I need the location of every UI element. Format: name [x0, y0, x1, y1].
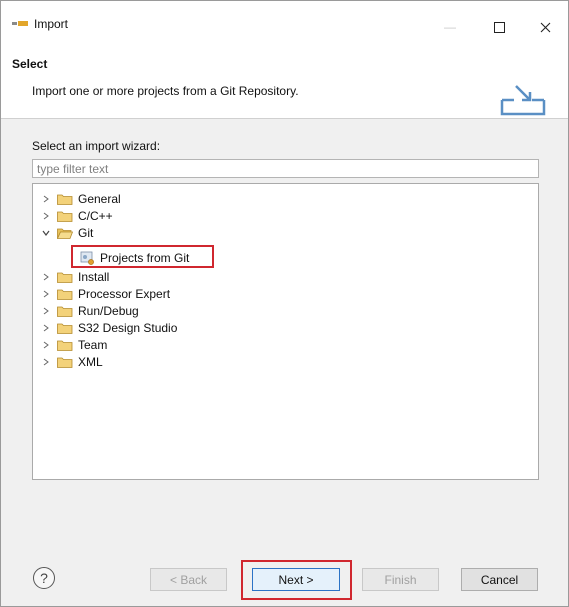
next-button[interactable]: Next >: [252, 568, 340, 591]
wizard-header: Select Import one or more projects from …: [1, 45, 568, 119]
chevron-right-icon[interactable]: [41, 306, 51, 316]
tree-item-processor-expert[interactable]: Processor Expert: [41, 285, 170, 302]
page-description: Import one or more projects from a Git R…: [32, 84, 299, 98]
tree-item-cpp[interactable]: C/C++: [41, 207, 113, 224]
tree-item-label: General: [78, 191, 121, 206]
tree-item-s32-design-studio[interactable]: S32 Design Studio: [41, 319, 177, 336]
tree-item-label: Run/Debug: [78, 303, 139, 318]
maximize-icon: [493, 21, 505, 33]
import-dialog: Import — Select Import one or more proje…: [0, 0, 569, 607]
folder-icon: [57, 357, 73, 368]
folder-icon: [57, 340, 73, 351]
close-button[interactable]: [522, 11, 568, 43]
tree-item-general[interactable]: General: [41, 190, 121, 207]
tree-item-label: Team: [78, 337, 108, 352]
chevron-right-icon[interactable]: [41, 323, 51, 333]
tree-item-label: C/C++: [78, 208, 113, 223]
tree-item-label: XML: [78, 354, 103, 369]
tree-item-team[interactable]: Team: [41, 336, 107, 353]
tree-item-label: Install: [78, 269, 110, 284]
chevron-right-icon[interactable]: [41, 357, 51, 367]
git-projects-icon: [80, 251, 94, 265]
help-button[interactable]: ?: [33, 567, 55, 589]
page-title: Select: [12, 57, 48, 71]
folder-icon: [57, 272, 73, 283]
tree-item-label: Git: [78, 225, 94, 240]
chevron-right-icon[interactable]: [41, 211, 51, 221]
tree-item-install[interactable]: Install: [41, 268, 109, 285]
folder-icon: [57, 211, 73, 222]
window-title: Import: [34, 17, 69, 31]
tree-item-label: S32 Design Studio: [78, 320, 178, 335]
cancel-button[interactable]: Cancel: [461, 568, 538, 591]
close-icon: [540, 22, 550, 32]
wizard-label: Select an import wizard:: [32, 139, 161, 153]
tree-item-git[interactable]: Git: [41, 224, 93, 241]
folder-open-icon: [57, 228, 73, 239]
import-banner-icon: [500, 85, 546, 116]
tree-item-projects-from-git[interactable]: Projects from Git: [80, 249, 189, 266]
finish-button[interactable]: Finish: [362, 568, 439, 591]
title-bar: Import —: [1, 1, 568, 45]
wizard-tree: General C/C++ Git Projects from Git Inst…: [32, 183, 539, 480]
chevron-right-icon[interactable]: [41, 340, 51, 350]
chevron-right-icon[interactable]: [41, 194, 51, 204]
chevron-down-icon[interactable]: [41, 228, 51, 238]
tree-item-label: Projects from Git: [100, 250, 190, 265]
minimize-button[interactable]: —: [427, 11, 473, 43]
chevron-right-icon[interactable]: [41, 289, 51, 299]
eclipse-app-icon: [12, 21, 28, 26]
filter-input[interactable]: [32, 159, 539, 178]
folder-icon: [57, 306, 73, 317]
folder-icon: [57, 289, 73, 300]
chevron-right-icon[interactable]: [41, 272, 51, 282]
maximize-button[interactable]: [476, 11, 522, 43]
tree-item-run-debug[interactable]: Run/Debug: [41, 302, 139, 319]
folder-icon: [57, 194, 73, 205]
back-button[interactable]: < Back: [150, 568, 227, 591]
folder-icon: [57, 323, 73, 334]
tree-item-label: Processor Expert: [78, 286, 171, 301]
tree-item-xml[interactable]: XML: [41, 353, 103, 370]
